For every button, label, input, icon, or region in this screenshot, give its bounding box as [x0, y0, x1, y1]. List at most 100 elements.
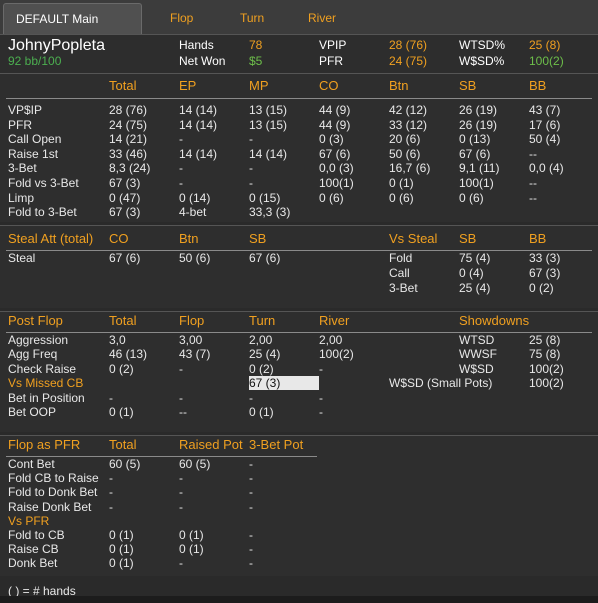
postflop-cell: 0 (2) — [249, 361, 274, 376]
preflop-cell: 33,3 (3) — [249, 205, 291, 220]
preflop-cell: - — [179, 132, 183, 147]
preflop-row-label: Fold vs 3-Bet — [8, 176, 79, 190]
postflop-section: Post Flop Total Flop Turn River Showdowns Aggr… — [0, 311, 598, 432]
hands-label: Hands — [179, 38, 214, 52]
preflop-cell: 0 (13) — [459, 132, 491, 147]
vs-pfr-cell: - — [249, 528, 253, 542]
preflop-cell: 26 (19) — [459, 117, 498, 132]
preflop-cell: 50 (4) — [529, 132, 561, 147]
postflop-row-label: Aggression — [8, 333, 69, 347]
preflop-header-bb: BB — [529, 78, 547, 93]
vs-steal-row-label: Call — [389, 266, 410, 280]
vs-pfr-cell: - — [249, 556, 253, 571]
postflop-header: Flop — [179, 313, 205, 328]
vs-steal-row-label: Fold — [389, 251, 413, 265]
preflop-divider — [6, 98, 592, 99]
vs-steal-cell: 67 (3) — [529, 266, 561, 280]
flop-as-pfr-cell: - — [179, 471, 183, 486]
showdowns-title: Showdowns — [459, 313, 530, 328]
preflop-row-label: Call Open — [8, 132, 62, 147]
postflop-cell: - — [179, 361, 183, 376]
preflop-header-total: Total — [109, 78, 137, 93]
preflop-cell: 8,3 (24) — [109, 161, 151, 176]
player-bb-per-100: 92 bb/100 — [8, 54, 62, 68]
flop-as-pfr-row-label: Fold CB to Raise — [8, 471, 99, 486]
preflop-cell: - — [179, 161, 183, 176]
tab-bar: DEFAULT Main Popup Flop Turn River — [0, 0, 598, 56]
showdown-value: 25 (8) — [529, 333, 561, 347]
flop-as-pfr-cell: - — [179, 485, 183, 500]
wsd-value: 100(2) — [529, 54, 564, 68]
preflop-cell: 67 (6) — [459, 146, 491, 161]
net-won-label: Net Won — [179, 54, 226, 68]
hands-value: 78 — [249, 38, 263, 52]
vs-pfr-cell: 0 (1) — [109, 528, 134, 542]
preflop-cell: 4-bet — [179, 205, 207, 220]
preflop-cell: 0 (3) — [319, 132, 344, 147]
steal-cell: 50 (6) — [179, 251, 211, 265]
flop-as-pfr-cell: - — [249, 457, 253, 471]
wtsd-value: 25 (8) — [529, 38, 561, 52]
preflop-cell: 44 (9) — [319, 103, 351, 117]
preflop-section: Total EP MP CO Btn SB BB VP$IP 28 (76) 14 (14) 13 … — [0, 73, 598, 222]
bottom-edge — [0, 596, 598, 603]
vs-pfr-cell: - — [179, 556, 183, 571]
postflop-cell: - — [179, 390, 183, 405]
player-name: JohnyPopleta — [8, 37, 105, 54]
preflop-header-co: CO — [319, 78, 339, 93]
tab-river[interactable]: River — [294, 4, 350, 32]
vs-steal-title: Vs Steal — [389, 231, 438, 246]
postflop-cell: - — [319, 361, 323, 376]
preflop-cell: - — [179, 176, 183, 190]
postflop-cell: - — [109, 390, 113, 405]
preflop-row-label: PFR — [8, 117, 32, 132]
flop-as-pfr-cell: - — [249, 499, 253, 514]
preflop-cell: - — [249, 176, 253, 190]
preflop-cell: 50 (6) — [389, 146, 421, 161]
steal-header: Btn — [179, 231, 199, 246]
preflop-cell: 42 (12) — [389, 103, 428, 117]
flop-as-pfr-header: 3-Bet Pot — [249, 437, 304, 452]
steal-cell: 67 (6) — [109, 251, 141, 265]
postflop-row-label: Agg Freq — [8, 347, 58, 362]
tab-flop[interactable]: Flop — [156, 4, 207, 32]
wsd-label: W$SD% — [459, 54, 505, 68]
postflop-cell: 3,0 — [109, 333, 126, 347]
postflop-cell: 100(2) — [319, 347, 354, 362]
preflop-cell: -- — [529, 190, 537, 205]
flop-as-pfr-section: Flop as PFR Total Raised Pot 3-Bet Pot Cont … — [0, 435, 598, 576]
preflop-cell: 0 (6) — [389, 190, 414, 205]
preflop-cell: - — [249, 161, 253, 176]
tab-default-main-popup[interactable]: DEFAULT Main Popup — [3, 3, 142, 56]
flop-as-pfr-cell: - — [109, 499, 113, 514]
vs-pfr-cell: 0 (1) — [109, 542, 134, 557]
preflop-cell: 100(1) — [459, 176, 494, 190]
vs-steal-row-label: 3-Bet — [389, 281, 418, 295]
steal-header: CO — [109, 231, 129, 246]
steal-divider — [6, 250, 592, 251]
preflop-cell: 67 (3) — [109, 176, 141, 190]
net-won-value: $5 — [249, 54, 263, 68]
vs-pfr-row-label: Donk Bet — [8, 556, 58, 571]
preflop-header-mp: MP — [249, 78, 269, 93]
steal-cell: 67 (6) — [249, 251, 281, 265]
flop-as-pfr-cell: 60 (5) — [109, 457, 141, 471]
preflop-cell: 0 (6) — [319, 190, 344, 205]
postflop-cell: 0 (1) — [109, 405, 134, 419]
postflop-cell: 46 (13) — [109, 347, 148, 362]
preflop-row-label: Fold to 3-Bet — [8, 205, 77, 220]
preflop-cell: 100(1) — [319, 176, 354, 190]
showdown-value: 100(2) — [529, 361, 564, 376]
vpip-value: 28 (76) — [389, 38, 428, 52]
preflop-cell: 14 (21) — [109, 132, 148, 147]
postflop-header: River — [319, 313, 350, 328]
preflop-cell: 67 (6) — [319, 146, 351, 161]
tab-turn[interactable]: Turn — [226, 4, 278, 32]
showdown-label: WTSD — [459, 333, 495, 347]
postflop-header: Turn — [249, 313, 276, 328]
preflop-cell: 9,1 (11) — [459, 161, 500, 176]
postflop-header: Total — [109, 313, 137, 328]
preflop-cell: 17 (6) — [529, 117, 561, 132]
preflop-cell: - — [249, 132, 253, 147]
steal-title: Steal Att (total) — [8, 231, 94, 246]
